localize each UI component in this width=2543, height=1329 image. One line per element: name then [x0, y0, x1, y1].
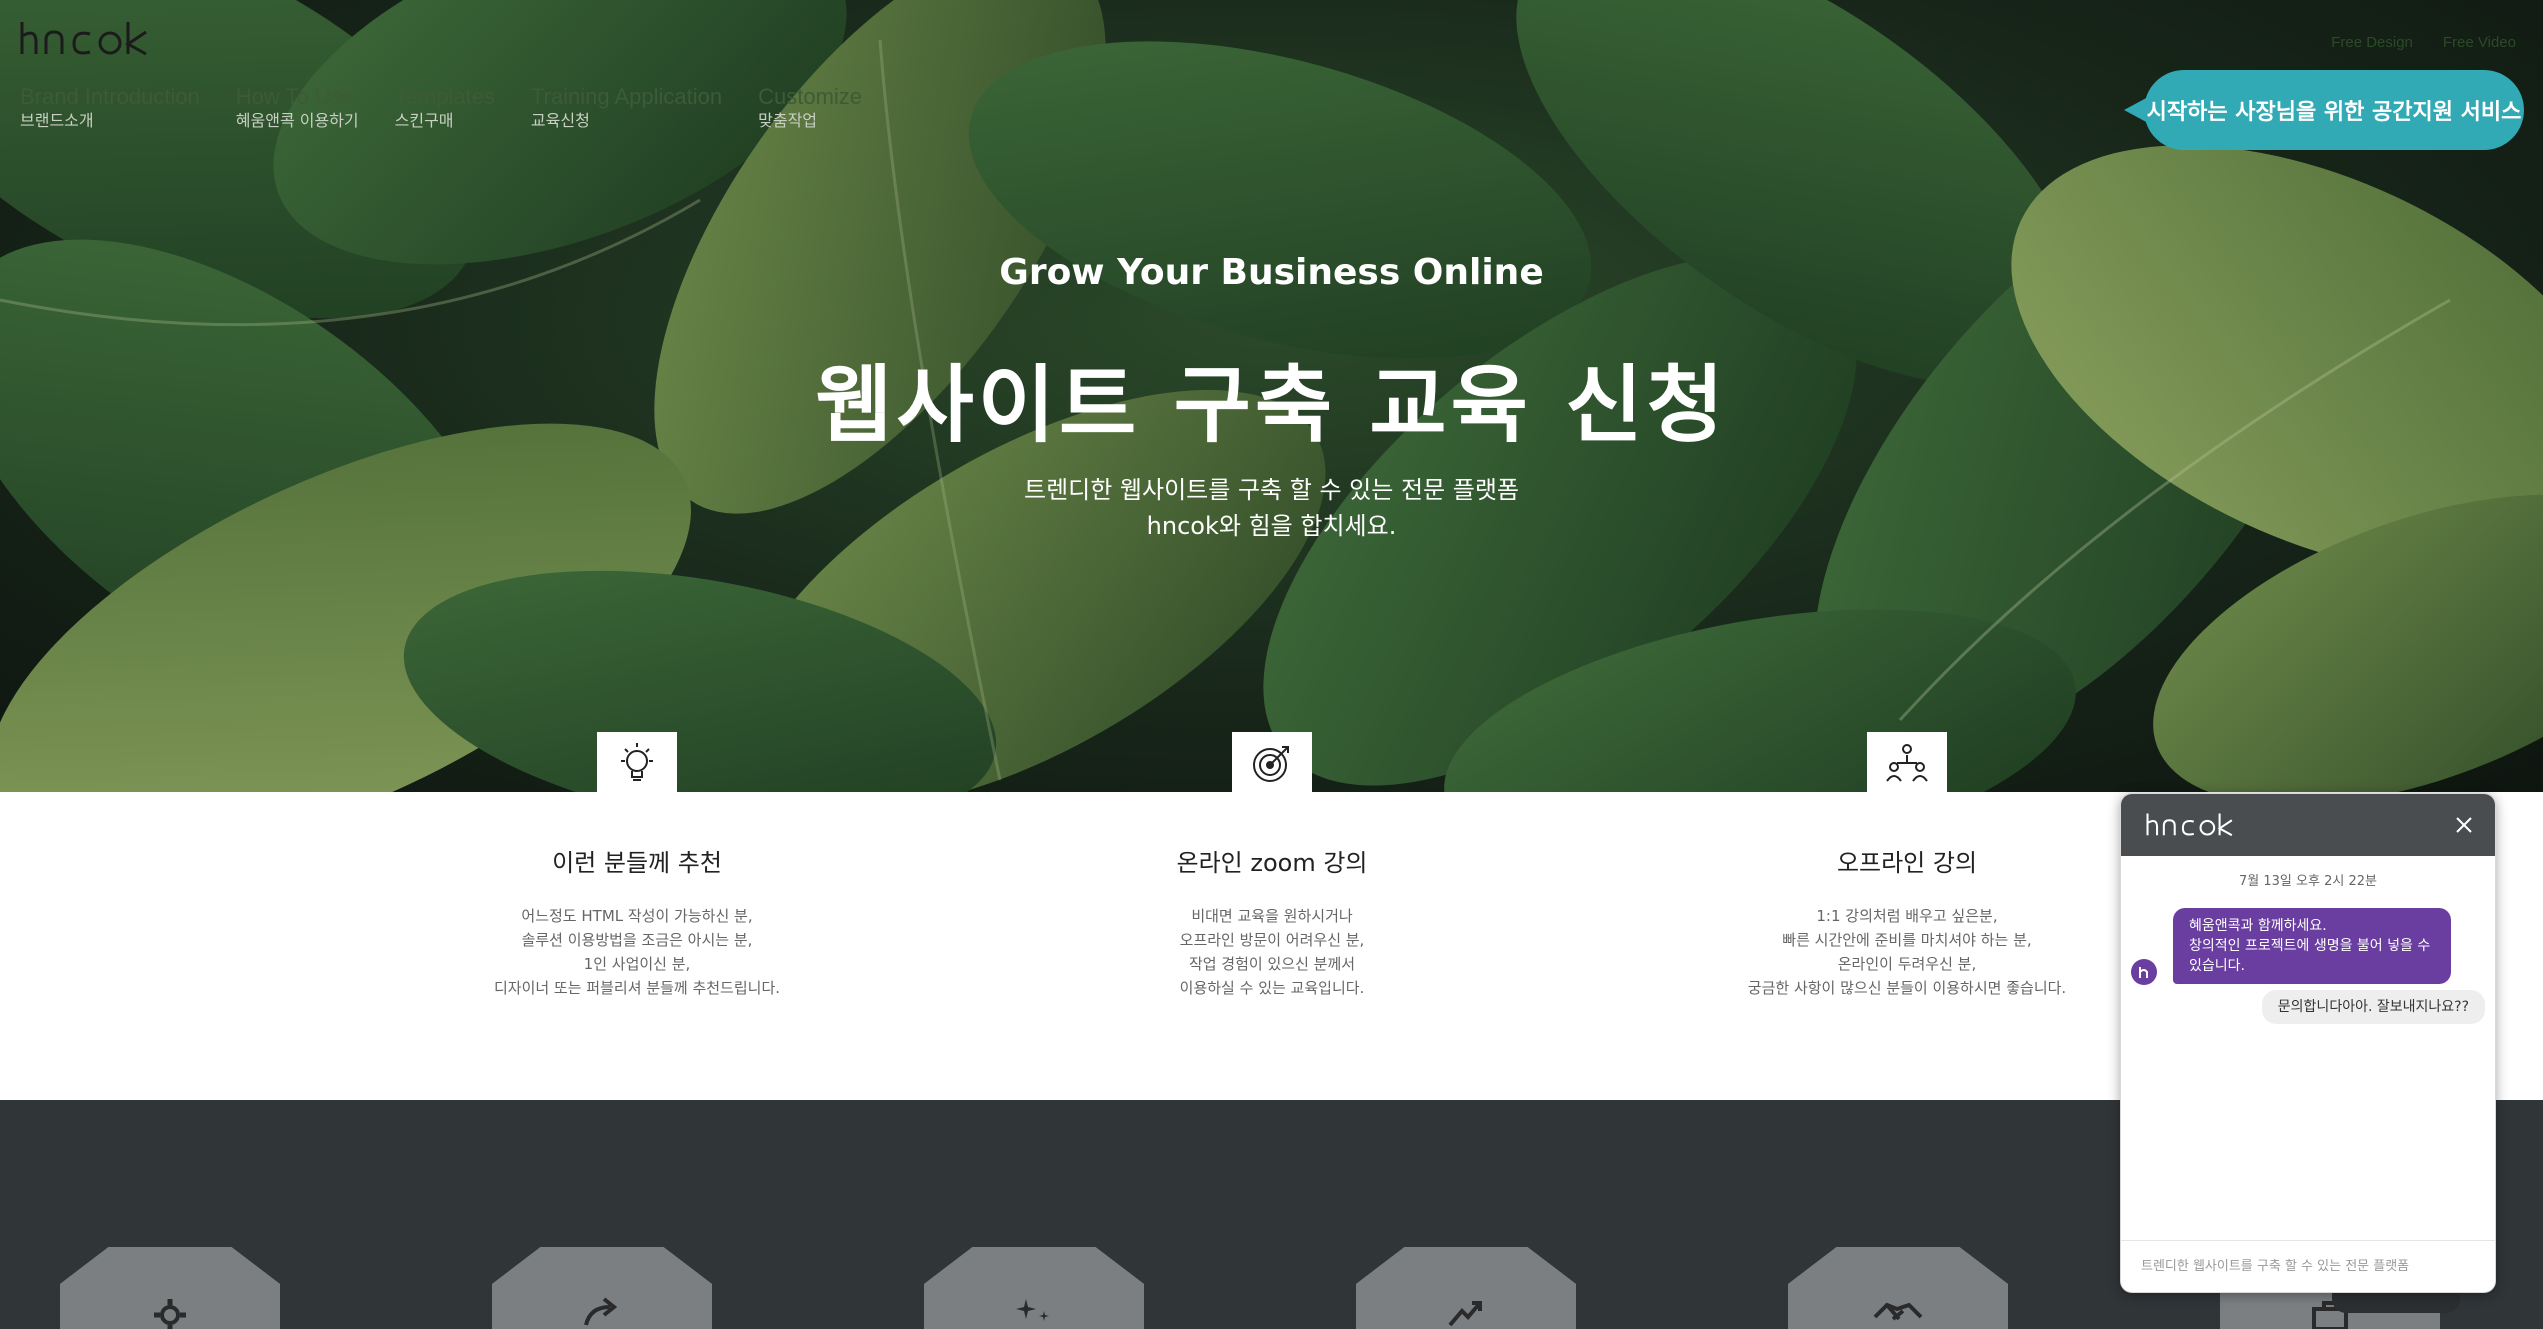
promo-text: 시작하는 사장님을 위한 공간지원 서비스 [2144, 70, 2524, 150]
chat-message-incoming: 혜움앤콕과 함께하세요. 창의적인 프로젝트에 생명을 불어 넣을 수 있습니다… [2173, 908, 2451, 984]
chat-message-line: 창의적인 프로젝트에 생명을 불어 넣을 수 있습니다. [2189, 938, 2431, 974]
hero-description-line: hncok와 힘을 합치세요. [1146, 512, 1397, 540]
feature-card-offline: 오프라인 강의 1:1 강의처럼 배우고 싶은분, 빠른 시간안에 준비를 마치… [1627, 846, 2187, 1000]
hero-description-line: 트렌디한 웹사이트를 구축 할 수 있는 전문 플랫폼 [1023, 476, 1519, 504]
service-tile-share[interactable] [492, 1247, 712, 1329]
free-design-link[interactable]: Free Design [2331, 34, 2413, 51]
feature-description: 비대면 교육을 원하시거나 오프라인 방문이 어려우신 분, 작업 경험이 있으… [992, 904, 1552, 1000]
feature-description-line: 이용하실 수 있는 교육입니다. [1179, 979, 1365, 997]
feature-description-line: 어느정도 HTML 작성이 가능하신 분, [521, 907, 753, 925]
nav-item-templates[interactable]: Templates 스킨구매 [395, 84, 495, 132]
people-icon [1886, 744, 1928, 782]
feature-description-line: 오프라인 방문이 어려우신 분, [1179, 931, 1365, 949]
service-tile-growth[interactable] [1356, 1247, 1576, 1329]
feature-icon-box [1867, 732, 1947, 794]
nav-label-ko: 스킨구매 [394, 111, 454, 130]
nav-item-how-to-use[interactable]: How To Use 혜움앤콕 이용하기 [236, 84, 359, 132]
nav-label-en: Training Application [530, 84, 723, 109]
service-tile-sparkle[interactable] [924, 1247, 1144, 1329]
feature-description: 1:1 강의처럼 배우고 싶은분, 빠른 시간안에 준비를 마치셔야 하는 분,… [1627, 904, 2187, 1000]
avatar-icon [2139, 967, 2148, 978]
agent-avatar [2131, 959, 2157, 985]
main-navigation: Brand Introduction 브랜드소개 How To Use 혜움앤콕… [20, 84, 898, 132]
share-arrow-icon [584, 1297, 618, 1326]
feature-title: 오프라인 강의 [1836, 849, 1978, 877]
hero-subtitle: Grow Your Business Online [999, 252, 1544, 293]
feature-description-line: 솔루션 이용방법을 조금은 아시는 분, [521, 931, 753, 949]
service-tile-gear[interactable] [60, 1247, 280, 1329]
feature-description-line: 작업 경험이 있으신 분께서 [1188, 955, 1356, 973]
feature-title: 온라인 zoom 강의 [1176, 849, 1368, 877]
feature-description-line: 비대면 교육을 원하시거나 [1191, 907, 1353, 925]
feature-description-line: 1인 사업이신 분, [583, 955, 691, 973]
feature-description-line: 1:1 강의처럼 배우고 싶은분, [1816, 907, 1998, 925]
nav-item-brand-introduction[interactable]: Brand Introduction 브랜드소개 [20, 84, 200, 132]
nav-label-ko: 혜움앤콕 이용하기 [235, 111, 359, 130]
chat-brand-logo [2146, 813, 2233, 837]
feature-title: 이런 분들께 추천 [552, 849, 722, 877]
feature-icon-box [597, 732, 677, 794]
feature-description-line: 궁금한 사항이 많으신 분들이 이용하시면 좋습니다. [1747, 979, 2067, 997]
chat-message-input[interactable]: 트렌디한 웹사이트를 구축 할 수 있는 전문 플랫폼 [2121, 1240, 2495, 1292]
service-tile-handshake[interactable] [1788, 1247, 2008, 1329]
feature-icon-box [1232, 732, 1312, 794]
feature-description-line: 디자이너 또는 퍼블리셔 분들께 추천드립니다. [493, 979, 781, 997]
target-icon [1253, 746, 1289, 782]
handshake-icon [1873, 1302, 1923, 1321]
feature-description-line: 온라인이 두려우신 분, [1837, 955, 1977, 973]
nav-label-en: Customize [758, 84, 863, 109]
chat-timestamp: 7월 13일 오후 2시 22분 [2239, 874, 2377, 889]
nav-label-ko: 브랜드소개 [20, 111, 94, 130]
chat-close-button[interactable] [2447, 808, 2481, 842]
nav-item-training-application[interactable]: Training Application 교육신청 [531, 84, 722, 132]
lightbulb-icon [621, 743, 653, 781]
close-icon [2456, 817, 2472, 833]
nav-label-en: Brand Introduction [20, 84, 200, 109]
feature-description: 어느정도 HTML 작성이 가능하신 분, 솔루션 이용방법을 조금은 아시는 … [357, 904, 917, 1000]
nav-item-customize[interactable]: Customize 맞춤작업 [758, 84, 862, 132]
growth-arrow-icon [1448, 1301, 1482, 1327]
hncok-logo[interactable] [18, 14, 148, 64]
nav-label-ko: 맞춤작업 [758, 111, 818, 130]
chat-widget: 7월 13일 오후 2시 22분 혜움앤콕과 함께하세요. 창의적인 프로젝트에… [2120, 793, 2496, 1293]
chat-header [2121, 794, 2495, 856]
nav-label-en: Templates [394, 84, 495, 109]
chat-message-line: 혜움앤콕과 함께하세요. [2189, 918, 2327, 934]
hero-title: 웹사이트 구축 교육 신청 [815, 356, 1728, 454]
free-video-link[interactable]: Free Video [2443, 34, 2516, 51]
top-links: Free Design Free Video [2331, 34, 2516, 51]
nav-label-en: How To Use [235, 84, 354, 109]
sparkle-icon [1016, 1299, 1049, 1321]
gear-icon [154, 1299, 186, 1329]
feature-card-online-zoom: 온라인 zoom 강의 비대면 교육을 원하시거나 오프라인 방문이 어려우신 … [992, 846, 1552, 1000]
hero-description: 트렌디한 웹사이트를 구축 할 수 있는 전문 플랫폼 hncok와 힘을 합치… [0, 472, 2543, 544]
feature-description-line: 빠른 시간안에 준비를 마치셔야 하는 분, [1782, 931, 2032, 949]
nav-label-ko: 교육신청 [530, 111, 590, 130]
chat-message-outgoing: 문의합니다아아. 잘보내지나요?? [2261, 990, 2485, 1024]
hero-banner: Brand Introduction 브랜드소개 How To Use 혜움앤콕… [0, 0, 2543, 792]
feature-card-recommend: 이런 분들께 추천 어느정도 HTML 작성이 가능하신 분, 솔루션 이용방법… [357, 846, 917, 1000]
